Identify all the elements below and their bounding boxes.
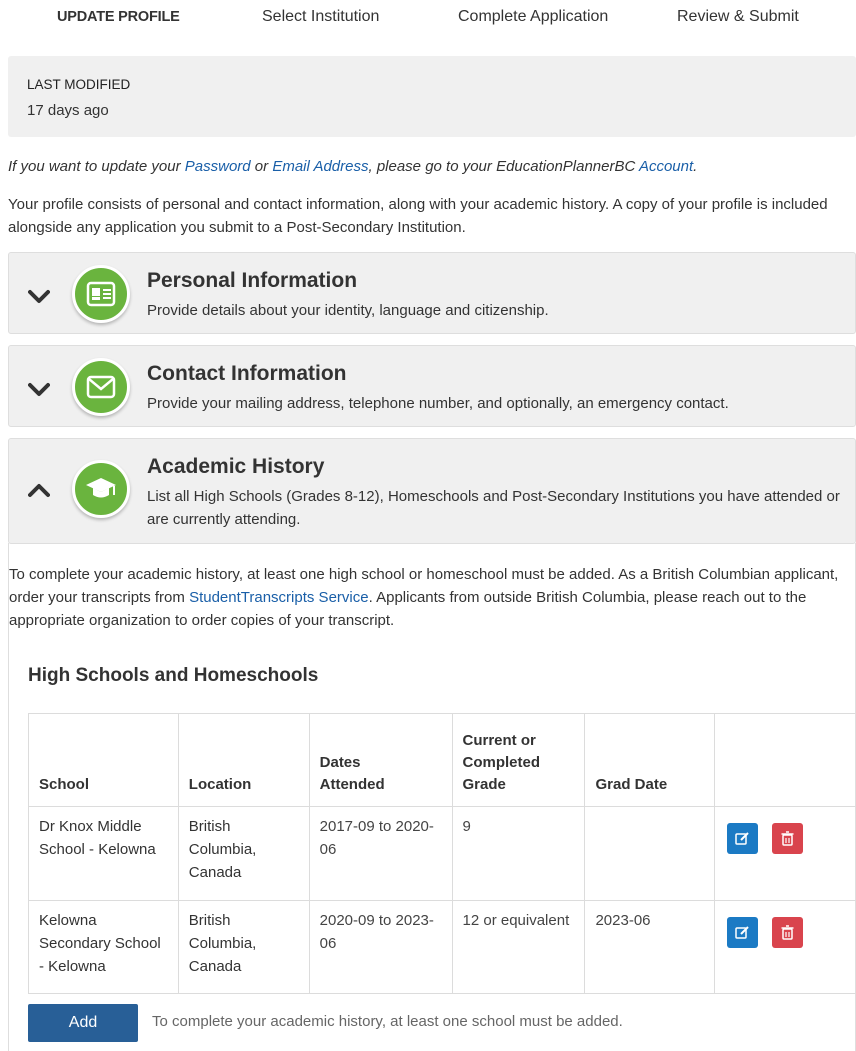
- cell-grade: 12 or equivalent: [451, 900, 586, 994]
- trash-icon: [781, 925, 794, 940]
- high-schools-section-title: High Schools and Homeschools: [28, 665, 319, 686]
- edit-icon: [735, 832, 749, 845]
- last-modified-value: 17 days ago: [27, 102, 109, 119]
- add-school-button[interactable]: Add: [28, 1004, 138, 1042]
- cell-grad-date: 2023-06: [584, 900, 716, 994]
- table-header-row: School Location Dates Attended Current o…: [28, 713, 856, 807]
- chevron-up-icon[interactable]: [28, 479, 50, 501]
- cell-location: British Columbia, Canada: [177, 806, 310, 901]
- note-text: , please go to your EducationPlannerBC: [368, 158, 639, 175]
- delete-button[interactable]: [772, 823, 804, 854]
- cell-dates: 2017-09 to 2020-06: [308, 806, 453, 901]
- add-school-note: To complete your academic history, at le…: [152, 1013, 623, 1030]
- cell-school: Kelowna Secondary School - Kelowna: [28, 900, 179, 994]
- account-link[interactable]: Account: [639, 158, 693, 175]
- edit-button[interactable]: [727, 823, 759, 854]
- graduation-cap-icon: [72, 460, 130, 518]
- table-row: Kelowna Secondary School - Kelowna Briti…: [28, 900, 856, 994]
- email-address-link[interactable]: Email Address: [272, 158, 368, 175]
- envelope-icon: [72, 358, 130, 416]
- delete-button[interactable]: [772, 917, 804, 948]
- cell-location: British Columbia, Canada: [177, 900, 310, 994]
- trash-icon: [781, 831, 794, 846]
- step-update-profile[interactable]: UPDATE PROFILE: [57, 9, 180, 25]
- cell-dates: 2020-09 to 2023-06: [308, 900, 453, 994]
- cell-grade: 9: [451, 806, 586, 901]
- step-review-submit[interactable]: Review & Submit: [677, 8, 799, 26]
- account-note: If you want to update your Password or E…: [8, 158, 856, 175]
- column-header-grade: Current or Completed Grade: [451, 713, 586, 807]
- accordion-contact-information[interactable]: Contact Information Provide your mailing…: [8, 345, 856, 427]
- edit-button[interactable]: [727, 917, 759, 948]
- chevron-down-icon[interactable]: [28, 286, 50, 308]
- profile-intro: Your profile consists of personal and co…: [8, 196, 828, 236]
- contact-information-desc: Provide your mailing address, telephone …: [147, 395, 729, 412]
- academic-history-instructions: To complete your academic history, at le…: [9, 563, 849, 632]
- step-select-institution[interactable]: Select Institution: [262, 8, 379, 26]
- academic-history-desc: List all High Schools (Grades 8-12), Hom…: [147, 488, 840, 528]
- table-row: Dr Knox Middle School - Kelowna British …: [28, 806, 856, 901]
- personal-information-title: Personal Information: [147, 269, 358, 292]
- student-transcripts-link[interactable]: StudentTranscripts Service: [189, 589, 369, 606]
- column-header-school: School: [28, 713, 179, 807]
- note-text: .: [693, 158, 698, 175]
- id-card-icon: [72, 265, 130, 323]
- note-text: or: [250, 158, 273, 175]
- accordion-personal-information[interactable]: Personal Information Provide details abo…: [8, 252, 856, 334]
- last-modified-label: LAST MODIFIED: [27, 77, 131, 92]
- edit-icon: [735, 926, 749, 939]
- personal-information-desc: Provide details about your identity, lan…: [147, 302, 549, 319]
- password-link[interactable]: Password: [185, 158, 251, 175]
- cell-actions: [714, 900, 856, 994]
- column-header-actions: [714, 713, 856, 807]
- column-header-grad-date: Grad Date: [584, 713, 716, 807]
- column-header-dates-attended: Dates Attended: [308, 713, 453, 807]
- note-text: If you want to update your: [8, 158, 185, 175]
- accordion-academic-history[interactable]: Academic History List all High Schools (…: [8, 438, 856, 544]
- cell-school: Dr Knox Middle School - Kelowna: [28, 806, 179, 901]
- high-schools-table: School Location Dates Attended Current o…: [28, 713, 856, 994]
- academic-history-body: To complete your academic history, at le…: [8, 543, 856, 1051]
- column-header-location: Location: [177, 713, 310, 807]
- cell-actions: [714, 806, 856, 901]
- chevron-down-icon[interactable]: [28, 379, 50, 401]
- last-modified-panel: LAST MODIFIED 17 days ago: [8, 56, 856, 137]
- progress-steps: UPDATE PROFILE Select Institution Comple…: [0, 0, 856, 46]
- contact-information-title: Contact Information: [147, 362, 347, 385]
- academic-history-title: Academic History: [147, 455, 325, 478]
- cell-grad-date: [584, 806, 716, 901]
- step-complete-application[interactable]: Complete Application: [458, 8, 608, 26]
